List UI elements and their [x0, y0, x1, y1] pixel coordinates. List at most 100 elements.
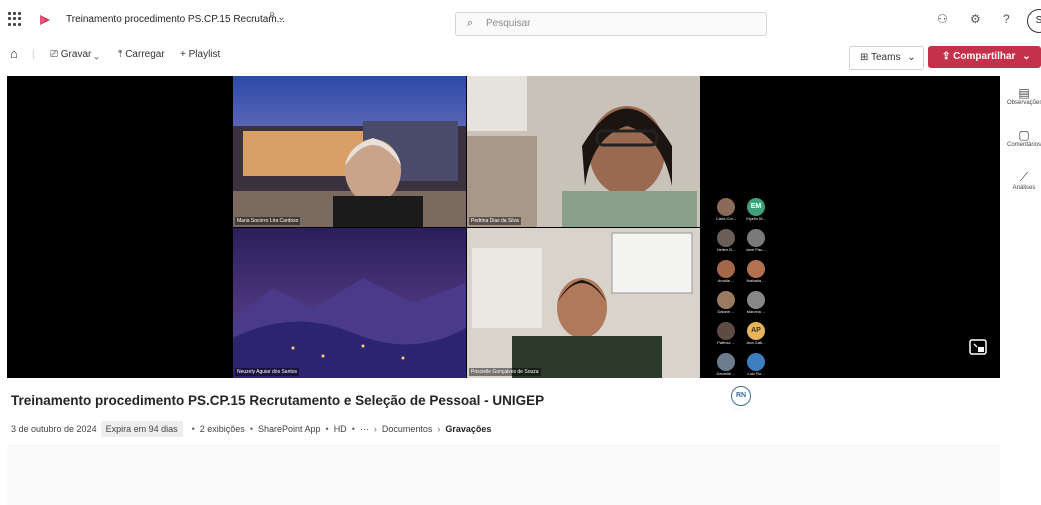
search-icon: ⌕	[467, 17, 474, 29]
breadcrumb-current[interactable]: Gravações	[445, 424, 491, 434]
more-button[interactable]: ···	[360, 424, 369, 434]
avatar	[717, 353, 735, 371]
search-placeholder: Pesquisar	[486, 18, 531, 29]
home-icon[interactable]: ⌂	[10, 46, 18, 61]
participant: RN rvall M...	[727, 386, 755, 411]
avatar	[747, 260, 765, 278]
notes-button[interactable]: ▤ Observações	[1007, 86, 1041, 106]
participant: Patricia ...	[712, 322, 740, 345]
participant-name: Pedrina Dias da Silva	[469, 217, 521, 225]
document-title[interactable]: Treinamento procedimento PS.CP.15 Recrut…	[66, 14, 285, 25]
comments-button[interactable]: ▢ Comentários	[1007, 128, 1041, 148]
chevron-right-icon: ›	[437, 424, 441, 434]
separator-dot: •	[249, 424, 253, 434]
participant-video	[467, 228, 700, 378]
participant-video	[233, 228, 466, 378]
participant-label: Amália ...	[717, 278, 735, 283]
playlist-label: Playlist	[188, 49, 221, 60]
participant-label: Marcela ...	[746, 309, 766, 314]
participant: Daiane ...	[712, 291, 740, 314]
comments-label: Comentários	[1007, 142, 1041, 148]
upload-button[interactable]: ⤒ Carregar	[118, 49, 165, 60]
participant: Marcela ...	[742, 291, 770, 314]
participant: Luiz Ro...	[742, 353, 770, 376]
avatar	[747, 229, 765, 247]
teams-button[interactable]: ⊞ Teams ⌄	[849, 46, 924, 70]
avatar	[717, 229, 735, 247]
picture-in-picture-icon[interactable]	[968, 337, 988, 357]
teams-icon: ⊞	[860, 52, 869, 63]
participant-label: Patricia ...	[717, 340, 735, 345]
app-name: SharePoint App	[257, 424, 321, 434]
avatar	[717, 291, 735, 309]
participant-video	[233, 76, 466, 227]
participant-label: Hellen B...	[716, 247, 736, 252]
chevron-right-icon: ›	[373, 424, 377, 434]
avatar	[717, 198, 735, 216]
avatar	[717, 260, 735, 278]
chevron-down-icon: ⌄	[907, 52, 916, 63]
participant-label: rvall M...	[733, 406, 749, 411]
participant-label: Nathalia ...	[746, 278, 766, 283]
upload-date: 3 de outubro de 2024	[11, 424, 97, 434]
separator-dot: •	[351, 424, 355, 434]
participant-name: Neuzely Aguiar dos Santos	[235, 368, 300, 376]
app-launcher-icon[interactable]	[8, 12, 22, 26]
record-label: Gravar	[60, 49, 92, 60]
quality-badge: HD	[333, 424, 347, 434]
plus-icon: +	[180, 49, 186, 60]
analytics-icon: ⟋	[1019, 170, 1029, 184]
breadcrumb-folder[interactable]: Documentos	[382, 424, 433, 434]
avatar: EM	[747, 198, 765, 216]
expiry-badge[interactable]: Expira em 94 dias	[100, 421, 183, 437]
participant: Amália ...	[712, 260, 740, 283]
participant: Carla Cor...	[712, 198, 740, 221]
separator-dot: •	[191, 424, 195, 434]
video-tile: Neuzely Aguiar dos Santos	[233, 228, 466, 378]
participant: Iane Pau...	[742, 229, 770, 252]
avatar	[747, 353, 765, 371]
settings-gear-icon[interactable]: ⚙	[970, 12, 981, 26]
record-button[interactable]: ⎚ Gravar ⌄	[50, 49, 99, 60]
playlist-button[interactable]: + Playlist	[180, 49, 220, 60]
notes-icon: ▤	[1018, 86, 1030, 100]
video-tile: Pedrina Dias da Silva	[467, 76, 700, 227]
video-tile: Maria Socorro Lira Cardoso	[233, 76, 466, 227]
stream-logo-icon	[40, 15, 50, 25]
video-title: Treinamento procedimento PS.CP.15 Recrut…	[11, 393, 545, 408]
comment-icon: ▢	[1018, 128, 1030, 142]
avatar	[717, 322, 735, 340]
analytics-button[interactable]: ⟋ Análises	[1007, 170, 1041, 191]
search-box[interactable]: ⌕ Pesquisar	[455, 12, 767, 36]
user-avatar[interactable]: S	[1027, 9, 1041, 33]
analytics-label: Análises	[1012, 185, 1036, 191]
participant-label: Danielle ...	[716, 371, 736, 376]
avatar	[747, 291, 765, 309]
top-bar: Treinamento procedimento PS.CP.15 Recrut…	[0, 0, 1041, 40]
participant: AP Ana Gab...	[742, 322, 770, 345]
participant: Danielle ...	[712, 353, 740, 376]
participant-name: Maria Socorro Lira Cardoso	[235, 217, 301, 225]
participant-label: Daiane ...	[717, 309, 735, 314]
chevron-down-icon: ⌄	[1022, 51, 1031, 62]
separator-dot: •	[325, 424, 329, 434]
notes-label: Observações	[1007, 100, 1041, 106]
participant: EM Elyelin M...	[742, 198, 770, 221]
help-icon[interactable]: ?	[1003, 12, 1010, 26]
participant: Hellen B...	[712, 229, 740, 252]
teams-label: Teams	[871, 52, 901, 63]
record-icon: ⎚	[50, 49, 58, 60]
participant-label: Carla Cor...	[715, 216, 737, 221]
participant: Nathalia ...	[742, 260, 770, 283]
chevron-down-icon: ⌄	[94, 49, 99, 60]
people-icon[interactable]: ⚇	[937, 12, 948, 26]
description-panel	[7, 444, 1000, 505]
video-player[interactable]: Maria Socorro Lira Cardoso Pedrina Dias …	[7, 76, 1000, 411]
avatar: RN	[731, 386, 751, 406]
people-chevron-icon[interactable]: ᴿ ⌄	[270, 12, 286, 23]
share-button[interactable]: ⇪ Compartilhar ⌄	[928, 46, 1041, 68]
divider: |	[32, 49, 35, 60]
participant-video	[467, 76, 700, 227]
participant-name: Priscielle Gonçalves de Souza	[469, 368, 541, 376]
share-label: Compartilhar	[953, 51, 1016, 62]
